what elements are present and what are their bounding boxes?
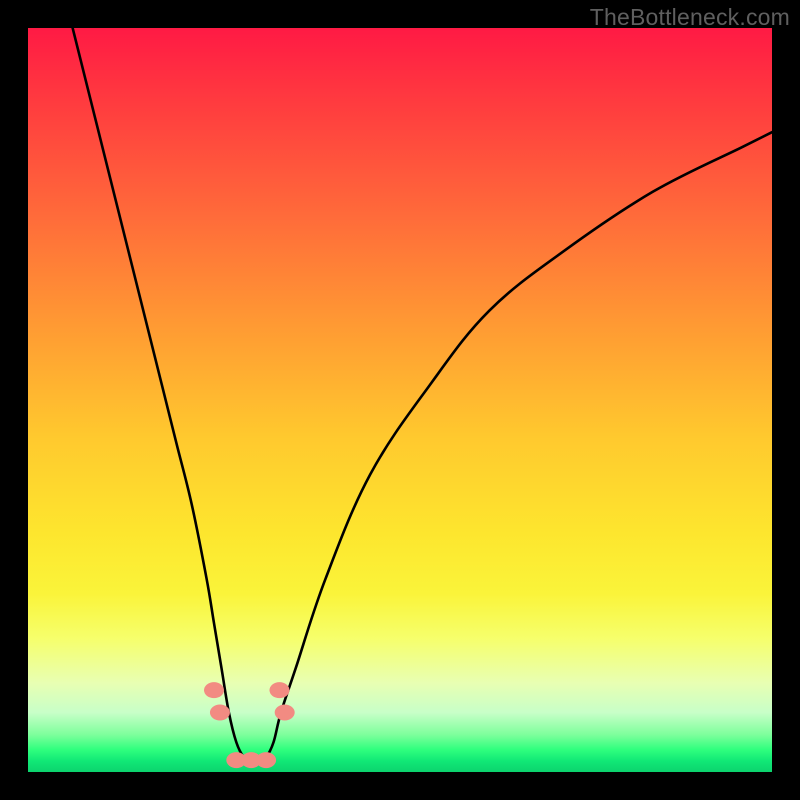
plot-area — [28, 28, 772, 772]
curve-marker — [256, 752, 276, 768]
chart-root: TheBottleneck.com — [0, 0, 800, 800]
curve-marker — [210, 704, 230, 720]
curve-marker — [204, 682, 224, 698]
bottleneck-curve-path — [73, 28, 772, 761]
curve-markers — [204, 682, 295, 768]
bottleneck-curve-svg — [28, 28, 772, 772]
watermark-text: TheBottleneck.com — [590, 4, 790, 31]
curve-marker — [269, 682, 289, 698]
curve-marker — [275, 704, 295, 720]
